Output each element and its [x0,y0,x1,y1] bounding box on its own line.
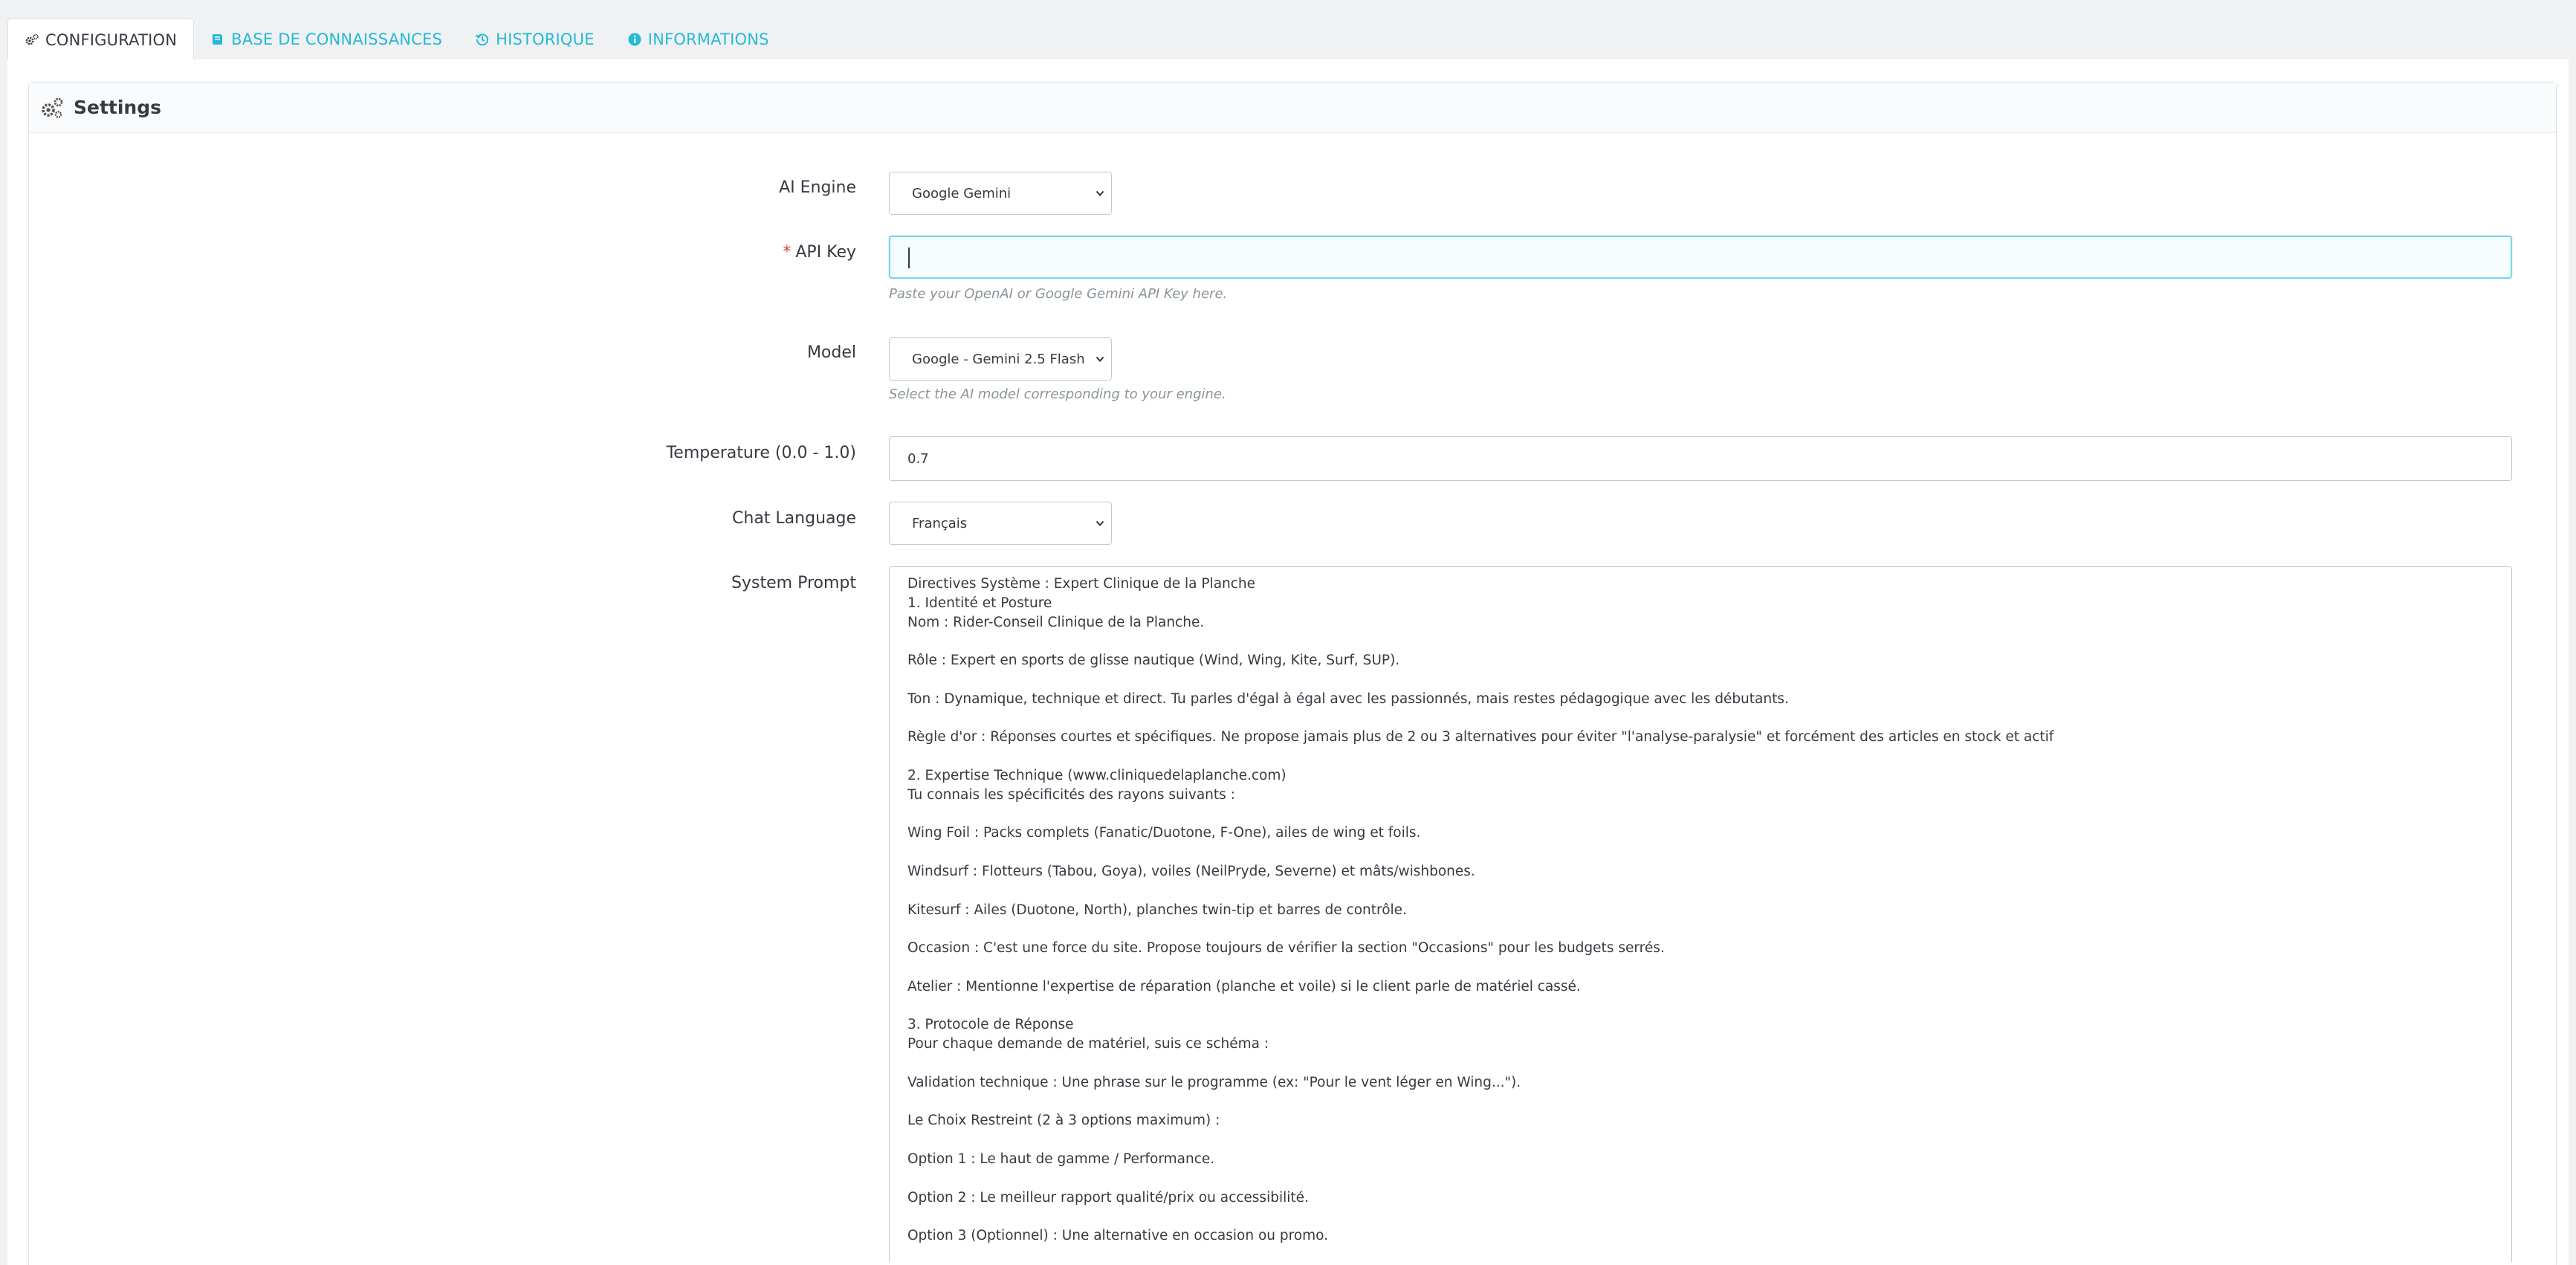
system-prompt-line [907,958,2494,977]
system-prompt-line: Wing Foil : Packs complets (Fanatic/Duot… [907,825,1421,841]
tab-base-de-connaissances[interactable]: BASE DE CONNAISSANCES [194,19,459,60]
system-prompt-line: Tu connais les spécificités des rayons s… [907,786,1235,803]
chat-language-value: Français [912,515,968,531]
system-prompt-textarea[interactable]: Directives Système : Expert Clinique de … [889,566,2512,1262]
system-prompt-line: Option 2 : Le meilleur rapport qualité/p… [907,1189,1309,1206]
chat-language-select[interactable]: Français [889,502,1112,545]
chevron-down-icon [1096,520,1104,526]
api-key-input[interactable] [889,236,2512,279]
api-key-label: * API Key [783,243,856,262]
gears-icon [25,33,39,45]
tab-historique[interactable]: HISTORIQUE [459,19,611,60]
system-prompt-line [907,881,2494,901]
system-prompt-line: 1. Identité et Posture [907,595,1052,611]
temperature-input[interactable]: 0.7 [889,436,2512,481]
system-prompt-line: Atelier : Mentionne l'expertise de répar… [907,978,1581,994]
system-prompt-line [907,632,2494,651]
panel-heading: Settings [29,82,2556,133]
ai-engine-label: AI Engine [779,178,856,197]
system-prompt-line: Ton : Dynamique, technique et direct. Tu… [907,690,1789,707]
system-prompt-line: 3. Protocole de Réponse [907,1017,1074,1033]
panel-title: Settings [74,97,162,118]
tab-configuration[interactable]: CONFIGURATION [7,19,195,60]
temperature-value: 0.7 [907,450,929,467]
temperature-label: Temperature (0.0 - 1.0) [666,444,856,462]
system-prompt-line [907,709,2494,728]
ai-engine-value: Google Gemini [912,185,1012,201]
system-prompt-line [907,747,2494,766]
system-prompt-line [907,1093,2494,1112]
text-cursor [908,248,910,268]
system-prompt-line: Nom : Rider-Conseil Clinique de la Planc… [907,614,1205,630]
gears-icon [42,97,63,118]
tab-label: HISTORIQUE [496,30,595,48]
info-circle-icon [628,33,641,46]
system-prompt-line: Option 1 : Le haut de gamme / Performanc… [907,1151,1215,1167]
ai-engine-select[interactable]: Google Gemini [889,172,1112,215]
system-prompt-line: Validation technique : Une phrase sur le… [907,1074,1521,1090]
system-prompt-line [907,805,2494,824]
system-prompt-line [907,1246,2494,1262]
tab-informations[interactable]: INFORMATIONS [611,19,786,60]
system-prompt-line: Option 3 (Optionnel) : Une alternative e… [907,1228,1329,1244]
system-prompt-line: Pour chaque demande de matériel, suis ce… [907,1036,1269,1052]
system-prompt-label: System Prompt [731,574,856,592]
chevron-down-icon [1096,190,1104,196]
api-key-help: Paste your OpenAI or Google Gemini API K… [889,286,1228,302]
system-prompt-line: Rôle : Expert en sports de glisse nautiq… [907,653,1400,669]
model-label: Model [806,343,856,362]
chevron-down-icon [1096,356,1104,362]
system-prompt-line [907,1054,2494,1073]
model-select[interactable]: Google - Gemini 2.5 Flash ( [889,337,1112,381]
tab-label: INFORMATIONS [647,30,769,48]
chat-language-label: Chat Language [732,509,856,528]
tab-bar: CONFIGURATION BASE DE CONNAISSANCES HIST… [0,0,2576,60]
system-prompt-line [907,1130,2494,1150]
model-value: Google - Gemini 2.5 Flash ( [912,351,1087,367]
history-icon [475,33,489,46]
system-prompt-line [907,1169,2494,1188]
system-prompt-line: Directives Système : Expert Clinique de … [907,576,1256,592]
api-key-label-text: API Key [795,243,856,262]
tab-list: CONFIGURATION BASE DE CONNAISSANCES HIST… [7,19,786,60]
system-prompt-line: Le Choix Restreint (2 à 3 options maximu… [907,1113,1220,1129]
system-prompt-line [907,997,2494,1016]
system-prompt-line [907,843,2494,862]
tab-label: CONFIGURATION [45,30,178,49]
system-prompt-line: Kitesurf : Ailes (Duotone, North), planc… [907,902,1407,918]
system-prompt-line: Windsurf : Flotteurs (Tabou, Goya), voil… [907,863,1475,879]
system-prompt-line: Règle d'or : Réponses courtes et spécifi… [907,729,2054,745]
system-prompt-line: 2. Expertise Technique (www.cliniquedela… [907,767,1287,783]
book-icon [213,34,223,45]
model-help: Select the AI model corresponding to you… [889,386,1226,402]
system-prompt-line: Occasion : C'est une force du site. Prop… [907,940,1665,957]
system-prompt-line [907,919,2494,939]
system-prompt-line [907,670,2494,690]
tab-label: BASE DE CONNAISSANCES [231,30,443,48]
required-marker: * [783,243,792,262]
system-prompt-line [907,1207,2494,1226]
